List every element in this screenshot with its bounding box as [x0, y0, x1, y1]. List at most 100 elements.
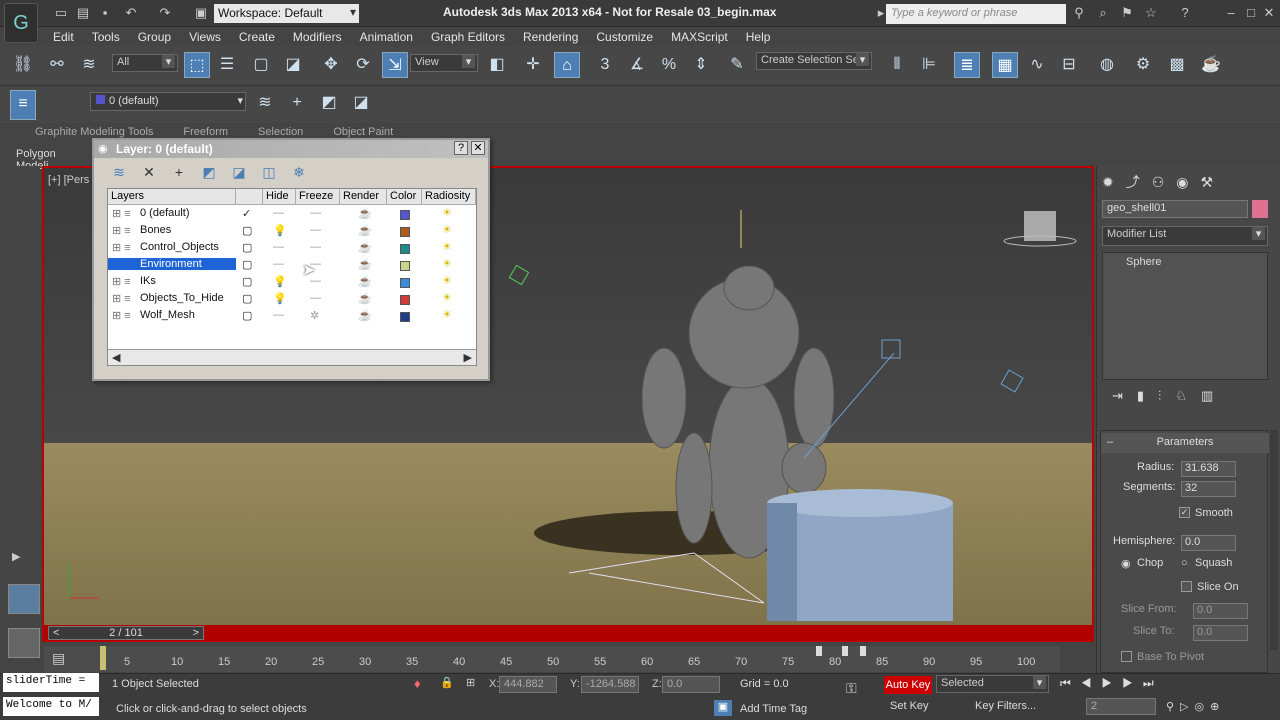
stack-item-sphere[interactable]: Sphere [1126, 256, 1161, 268]
search-icon[interactable]: ⌕ [1094, 4, 1112, 22]
layer-row[interactable]: ⊞ ≡ Objects_To_Hide ▢ 💡 — ☕ ☀ [108, 291, 476, 308]
hide-toggle-icon[interactable]: — [273, 309, 284, 321]
command-panel-scrollbar[interactable] [1270, 430, 1278, 650]
layer-color-swatch[interactable] [400, 295, 410, 305]
key-mode-select[interactable]: Selected ▾ [936, 675, 1049, 693]
bind-spacewarp-icon[interactable]: ≋ [76, 52, 102, 78]
move-icon[interactable]: ✥ [318, 52, 344, 78]
layer-color-swatch[interactable] [400, 261, 410, 271]
rollout-header[interactable]: – Parameters [1101, 433, 1269, 453]
pivot-icon[interactable]: ◧ [484, 52, 510, 78]
radiosity-icon[interactable]: ☀ [442, 240, 452, 253]
tab-freeform[interactable]: Freeform [183, 126, 228, 138]
layer-name[interactable]: Bones [140, 224, 171, 236]
col-hide[interactable]: Hide [263, 189, 296, 205]
maximize-icon[interactable]: □ [1242, 4, 1260, 22]
add-to-layer-icon[interactable]: + [284, 90, 310, 116]
slider-right-arrow-icon[interactable]: > [193, 627, 199, 639]
new-file-icon[interactable]: ▭ [52, 4, 70, 22]
ref-coord-select[interactable]: View ▾ [410, 54, 478, 72]
layer-tree-icon[interactable]: ⊞ ≡ [112, 292, 131, 305]
create-new-layer-icon[interactable]: ≋ [108, 162, 130, 182]
viewport-layout-icon[interactable] [8, 584, 40, 614]
favorites-star-icon[interactable]: ☆ [1142, 4, 1160, 22]
tab-graphite-modeling[interactable]: Graphite Modeling Tools [10, 126, 153, 138]
subscription-icon[interactable]: ⚑ [1118, 4, 1136, 22]
radius-spinner[interactable]: 31.638 [1181, 461, 1236, 477]
slice-to-spinner[interactable]: 0.0 [1193, 625, 1248, 641]
save-icon[interactable]: ▪ [96, 4, 114, 22]
toggle-ribbon-icon[interactable]: ▦ [992, 52, 1018, 78]
key-filters-button[interactable]: Key Filters... [975, 700, 1036, 712]
current-layer-select[interactable]: 0 (default) ▾ [90, 92, 246, 111]
hide-toggle-icon[interactable]: — [273, 241, 284, 253]
menu-edit[interactable]: Edit [44, 28, 83, 46]
col-color[interactable]: Color [387, 189, 422, 205]
current-frame-field[interactable]: 2 [1086, 698, 1156, 715]
key-icon[interactable]: ⚿ [846, 680, 857, 697]
nav-controls[interactable]: ⚲▷◎⊕ [1166, 700, 1225, 713]
current-box-icon[interactable]: ▢ [242, 275, 252, 288]
layer-row[interactable]: ⊞ ≡ Wolf_Mesh ▢ — ✲ ☕ ☀ [108, 308, 476, 325]
hide-toggle-icon[interactable]: 💡 [273, 275, 287, 288]
object-color-swatch[interactable] [1252, 200, 1268, 218]
layer-name[interactable]: 0 (default) [140, 207, 190, 219]
col-current[interactable] [236, 189, 263, 205]
manipulate-icon[interactable]: ✛ [520, 52, 546, 78]
radiosity-icon[interactable]: ☀ [442, 206, 452, 219]
material-editor-icon[interactable]: ◍ [1094, 52, 1120, 78]
isolate-selection-icon[interactable]: ♦ [414, 676, 421, 691]
select-highlighted-icon[interactable]: ◩ [198, 162, 220, 182]
tab-selection[interactable]: Selection [258, 126, 303, 138]
render-toggle-icon[interactable]: ☕ [358, 309, 372, 322]
layer-tree-icon[interactable]: ⊞ ≡ [112, 224, 131, 237]
menu-views[interactable]: Views [180, 28, 230, 46]
auto-key-button[interactable]: Auto Key [884, 676, 932, 694]
snaps-toggle-icon[interactable]: 3 [592, 52, 618, 78]
render-toggle-icon[interactable]: ☕ [358, 258, 372, 271]
col-radiosity[interactable]: Radiosity [422, 189, 476, 205]
add-time-tag-button[interactable]: Add Time Tag [740, 703, 807, 715]
chop-radio[interactable]: ◉ [1121, 557, 1131, 570]
angle-snap-icon[interactable]: ∡ [624, 52, 650, 78]
render-toggle-icon[interactable]: ☕ [358, 292, 372, 305]
layer-row[interactable]: ⊞ ≡ IKs ▢ 💡 — ☕ ☀ [108, 274, 476, 291]
layer-color-swatch[interactable] [400, 210, 410, 220]
scroll-left-icon[interactable]: ◀ [112, 351, 120, 364]
render-toggle-icon[interactable]: ☕ [358, 241, 372, 254]
col-layers[interactable]: Layers [108, 189, 236, 205]
close-button[interactable]: ✕ [471, 141, 485, 155]
hide-toggle-icon[interactable]: — [273, 258, 284, 270]
open-file-icon[interactable]: ▤ [74, 4, 92, 22]
layer-name[interactable]: Wolf_Mesh [140, 309, 195, 321]
help-button[interactable]: ? [454, 141, 468, 155]
mini-curve-editor-icon[interactable]: ▤ [44, 646, 100, 672]
time-slider[interactable]: <2 / 101 > [48, 626, 204, 640]
render-toggle-icon[interactable]: ☕ [358, 207, 372, 220]
layer-color-swatch[interactable] [400, 244, 410, 254]
current-check-icon[interactable]: ✓ [242, 207, 251, 220]
slice-from-spinner[interactable]: 0.0 [1193, 603, 1248, 619]
edit-named-sel-icon[interactable]: ✎ [724, 52, 750, 78]
render-toggle-icon[interactable]: ☕ [358, 224, 372, 237]
x-coordinate-field[interactable]: 444.882 [499, 676, 557, 693]
app-logo-icon[interactable]: G [4, 3, 38, 43]
layer-row[interactable]: ⊞ ≡Environment▢——☕☀ [108, 257, 476, 274]
layer-color-swatch[interactable] [400, 312, 410, 322]
schematic-view-icon[interactable]: ⊟ [1056, 52, 1082, 78]
squash-radio[interactable]: ○ [1181, 557, 1188, 569]
layer-name[interactable]: Objects_To_Hide [140, 292, 224, 304]
smooth-checkbox[interactable]: ✓ [1179, 507, 1190, 518]
spinner-snap-icon[interactable]: ⇕ [688, 52, 714, 78]
freeze-all-icon[interactable]: ❄ [288, 162, 310, 182]
segments-spinner[interactable]: 32 [1181, 481, 1236, 497]
layer-row[interactable]: ⊞ ≡ 0 (default) ✓ — — ☕ ☀ [108, 206, 476, 223]
layer-row[interactable]: ⊞ ≡ Bones ▢ 💡 — ☕ ☀ [108, 223, 476, 240]
minimize-icon[interactable]: – [1222, 4, 1240, 22]
render-teapot-icon[interactable]: ☕ [1198, 52, 1224, 78]
slice-on-checkbox[interactable] [1181, 581, 1192, 592]
menu-maxscript[interactable]: MAXScript [662, 28, 737, 46]
radiosity-icon[interactable]: ☀ [442, 223, 452, 236]
maxscript-output[interactable]: Welcome to M/ [3, 697, 99, 716]
viewport-layout-2-icon[interactable] [8, 628, 40, 658]
